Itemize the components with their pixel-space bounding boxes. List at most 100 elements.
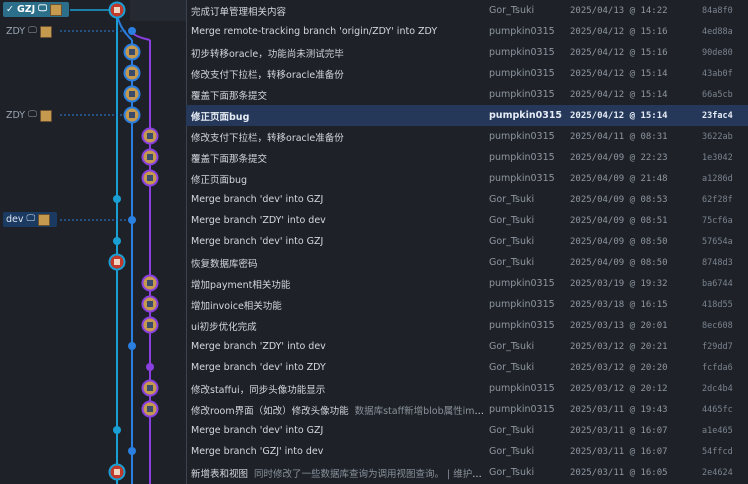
commit-author: pumpkin0315 (489, 404, 555, 415)
commit-message: Merge branch 'dev' into GZJ (191, 194, 324, 205)
commit-node (141, 274, 159, 292)
commit-date: 2025/04/11 @ 08:31 (570, 131, 668, 142)
commit-sha: 62f28f (702, 194, 733, 205)
commit-date: 2025/03/18 @ 16:15 (570, 299, 668, 310)
commit-row[interactable]: 修改staffui，同步头像功能显示 pumpkin0315 2025/03/12 … (186, 378, 748, 399)
commit-message: 修正页面bug (191, 174, 248, 186)
commit-sha: a1e465 (702, 425, 733, 436)
branch-label-zdy-selected[interactable]: ZDY 🖵 (3, 108, 59, 123)
commit-message: ui初步优化完成 (191, 321, 257, 333)
commit-author: pumpkin0315 (489, 131, 555, 142)
commit-date: 2025/03/11 @ 16:05 (570, 467, 668, 478)
commit-sha: 3622ab (702, 131, 733, 142)
avatar-icon (39, 109, 52, 122)
commit-row[interactable]: 覆盖下面那条提交 pumpkin0315 2025/04/12 @ 15:14 66a… (186, 84, 748, 105)
commit-row[interactable]: 修改支付下拉栏，转移oracle准备份 pumpkin0315 2025/04/12… (186, 63, 748, 84)
commit-row[interactable]: 修正页面bug pumpkin0315 2025/04/09 @ 21:48 a128… (186, 168, 748, 189)
branch-label-dev[interactable]: dev 🖵 (3, 212, 57, 227)
commit-node (128, 216, 136, 224)
commit-author: Gor_Tsuki (489, 362, 535, 373)
computer-icon: 🖵 (26, 214, 36, 224)
commit-date: 2025/04/12 @ 15:16 (570, 47, 668, 58)
commit-sha: 4ed88a (702, 26, 733, 37)
commit-node (146, 363, 154, 371)
commit-node (141, 316, 159, 334)
commit-sha: a1286d (702, 173, 733, 184)
commit-date: 2025/03/11 @ 16:07 (570, 425, 668, 436)
commit-message: Merge branch 'dev' into GZJ (191, 236, 324, 247)
commit-node (113, 195, 121, 203)
commit-message: 增加payment相关功能 (191, 279, 291, 291)
commit-row[interactable]: Merge branch 'dev' into GZJ Gor_Tsuki 2025… (186, 189, 748, 210)
commit-author: Gor_Tsuki (489, 194, 535, 205)
computer-icon: 🖵 (28, 110, 37, 120)
commit-date: 2025/03/11 @ 16:07 (570, 446, 668, 457)
commit-graph (60, 0, 186, 484)
commit-sha: fcfda6 (702, 362, 733, 373)
commit-row[interactable]: 增加invoice相关功能 pumpkin0315 2025/03/18 @ 16:… (186, 294, 748, 315)
commit-sha: 4465fc (702, 404, 733, 415)
commit-node (128, 342, 136, 350)
branch-label-zdy[interactable]: ZDY 🖵 (3, 24, 59, 39)
commit-message: Merge branch 'ZDY' into dev (191, 215, 326, 226)
commit-message: 新增表和视图 同时修改了一些数据库查询为调用视图查询。 | 维护了c... (191, 466, 485, 480)
check-icon: ✓ (6, 4, 14, 15)
commit-row[interactable]: Merge branch 'dev' into GZJ Gor_Tsuki 2025… (186, 231, 748, 252)
commit-message: 完成订单管理相关内容 (191, 6, 287, 18)
commit-date: 2025/04/09 @ 21:48 (570, 173, 668, 184)
commit-message: Merge branch 'dev' into ZDY (191, 362, 326, 373)
commit-row[interactable]: 新增表和视图 同时修改了一些数据库查询为调用视图查询。 | 维护了c... Gor_… (186, 462, 748, 483)
commit-row[interactable]: Merge branch 'dev' into ZDY Gor_Tsuki 2025… (186, 357, 748, 378)
commit-row[interactable]: 修改支付下拉栏，转移oracle准备份 pumpkin0315 2025/04/11… (186, 126, 748, 147)
commit-author: pumpkin0315 (489, 173, 555, 184)
commit-sha: 2dc4b4 (702, 383, 733, 394)
commit-row[interactable]: 覆盖下面那条提交 pumpkin0315 2025/04/09 @ 22:23 1e3… (186, 147, 748, 168)
commit-node (128, 447, 136, 455)
commit-node (141, 379, 159, 397)
branch-label-gzj[interactable]: ✓ GZJ 🖵 (3, 2, 69, 17)
commit-sha: 23fac4 (702, 110, 733, 121)
commit-message: 初步转移oracle，功能尚未测试完毕 (191, 48, 344, 60)
commit-message: 修正页面bug (191, 111, 250, 123)
commit-message: Merge branch 'dev' into GZJ (191, 425, 324, 436)
commit-row[interactable]: 修正页面bug pumpkin0315 2025/04/12 @ 15:14 23fa… (186, 105, 748, 126)
commit-sha: 57654a (702, 236, 733, 247)
commit-row[interactable]: 增加payment相关功能 pumpkin0315 2025/03/19 @ 19:… (186, 273, 748, 294)
commit-sha: 1e3042 (702, 152, 733, 163)
commit-date: 2025/04/09 @ 08:50 (570, 257, 668, 268)
commit-row[interactable]: 恢复数据库密码 Gor_Tsuki 2025/04/09 @ 08:50 8748d3 (186, 252, 748, 273)
commit-node (108, 253, 126, 271)
commit-date: 2025/04/09 @ 08:50 (570, 236, 668, 247)
commit-description: 同时修改了一些数据库查询为调用视图查询。 | 维护了c... (254, 468, 485, 480)
avatar-icon (39, 25, 52, 38)
commit-author: pumpkin0315 (489, 47, 555, 58)
avatar-icon (38, 213, 51, 226)
commit-row[interactable]: 完成订单管理相关内容 Gor_Tsuki 2025/04/13 @ 14:22 84a… (186, 0, 748, 21)
commit-row[interactable]: Merge branch 'GZJ' into dev Gor_Tsuki 2025… (186, 441, 748, 462)
commit-row[interactable]: Merge branch 'ZDY' into dev Gor_Tsuki 2025… (186, 336, 748, 357)
commit-row[interactable]: 初步转移oracle，功能尚未测试完毕 pumpkin0315 2025/04/12… (186, 42, 748, 63)
commit-author: pumpkin0315 (489, 110, 563, 121)
commit-sha: ba6744 (702, 278, 733, 289)
commit-author: pumpkin0315 (489, 320, 555, 331)
commit-row[interactable]: Merge branch 'ZDY' into dev Gor_Tsuki 2025… (186, 210, 748, 231)
commit-date: 2025/03/11 @ 19:43 (570, 404, 668, 415)
commit-row[interactable]: 修改room界面（如改）修改头像功能数据库staff新增blob属性image.… (186, 399, 748, 420)
commit-author: pumpkin0315 (489, 68, 555, 79)
commit-row[interactable]: Merge remote-tracking branch 'origin/ZDY… (186, 21, 748, 42)
commit-author: Gor_Tsuki (489, 467, 535, 478)
commit-author: pumpkin0315 (489, 89, 555, 100)
commit-node (128, 27, 136, 35)
commit-row[interactable]: Merge branch 'dev' into GZJ Gor_Tsuki 2025… (186, 420, 748, 441)
computer-icon: 🖵 (28, 26, 37, 36)
commit-author: Gor_Tsuki (489, 425, 535, 436)
commit-message: 修改支付下拉栏，转移oracle准备份 (191, 132, 344, 144)
commit-node (108, 463, 126, 481)
commit-message: 覆盖下面那条提交 (191, 90, 268, 102)
commit-date: 2025/03/12 @ 20:21 (570, 341, 668, 352)
commit-author: Gor_Tsuki (489, 215, 535, 226)
commit-message: 修改room界面（如改）修改头像功能数据库staff新增blob属性image.… (191, 403, 485, 417)
commit-row[interactable]: ui初步优化完成 pumpkin0315 2025/03/13 @ 20:01 8ec… (186, 315, 748, 336)
commit-date: 2025/04/12 @ 15:14 (570, 68, 668, 79)
branch-name: ZDY (6, 110, 26, 121)
